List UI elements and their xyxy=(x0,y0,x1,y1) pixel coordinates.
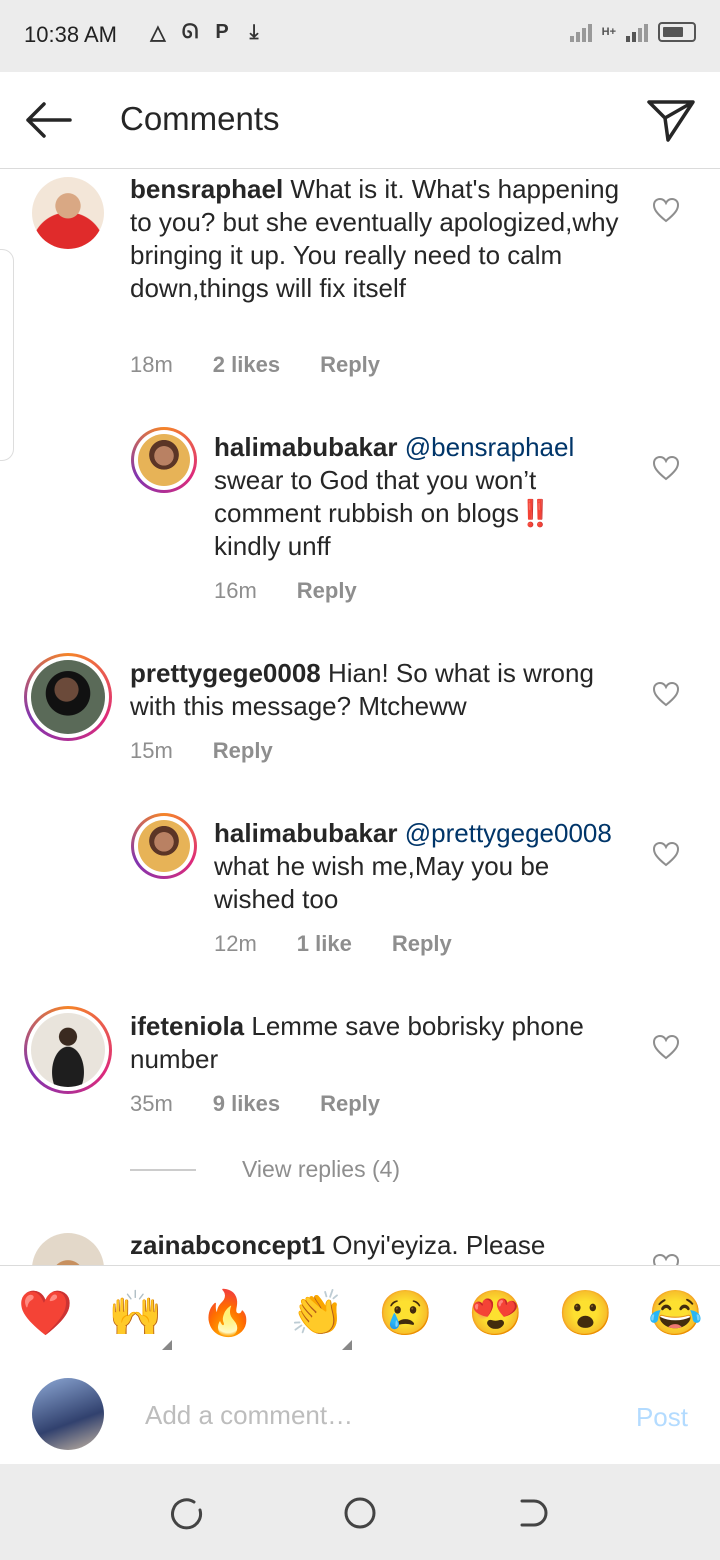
reply-button[interactable]: Reply xyxy=(320,352,380,378)
reply-button[interactable]: Reply xyxy=(320,1091,380,1117)
post-button[interactable]: Post xyxy=(636,1402,688,1433)
reply-button[interactable]: Reply xyxy=(297,578,357,604)
swirl-icon: ᘏ xyxy=(181,21,199,43)
comment-username[interactable]: ifeteniola xyxy=(130,1011,244,1041)
emoji-surprised-face[interactable]: 😮 xyxy=(558,1288,613,1340)
side-panel-handle[interactable] xyxy=(0,249,14,461)
comment-likes[interactable]: 1 like xyxy=(297,931,352,957)
comment-time: 16m xyxy=(214,578,257,603)
notification-icons: △ ᘏ P ⤓ xyxy=(146,20,266,45)
home-icon[interactable] xyxy=(343,1496,377,1530)
like-heart-icon[interactable] xyxy=(652,1034,680,1060)
view-replies-button[interactable]: View replies (4) xyxy=(130,1156,400,1183)
skin-tone-indicator-icon xyxy=(342,1340,352,1350)
comment-composer: Add a comment… Post xyxy=(0,1364,720,1464)
battery-icon xyxy=(658,22,696,42)
view-replies-label: View replies (4) xyxy=(242,1156,401,1182)
comment-text: what he wish me,May you be wished too xyxy=(214,851,550,914)
current-user-avatar xyxy=(32,1378,104,1450)
mention-link[interactable]: @prettygege0008 xyxy=(405,818,612,848)
reply-button[interactable]: Reply xyxy=(213,738,273,764)
signal-icon xyxy=(569,22,592,42)
comment-time: 15m xyxy=(130,738,173,763)
like-heart-icon[interactable] xyxy=(652,455,680,481)
like-heart-icon[interactable] xyxy=(652,841,680,867)
emoji-fire[interactable]: 🔥 xyxy=(200,1288,255,1340)
comment-likes[interactable]: 2 likes xyxy=(213,352,280,378)
avatar[interactable] xyxy=(32,1233,104,1265)
status-bar: 10:38 AM △ ᘏ P ⤓ H+ xyxy=(0,0,720,72)
avatar xyxy=(31,1013,105,1087)
avatar-story-ring[interactable] xyxy=(24,653,112,741)
comment-username[interactable]: zainabconcept1 xyxy=(130,1230,325,1260)
emoji-clapping-hands[interactable]: 👏 xyxy=(290,1288,345,1340)
emoji-quick-bar: ❤️ 🙌 🔥 👏 😢 😍 😮 😂 xyxy=(0,1265,720,1365)
header-bar: Comments xyxy=(0,72,720,169)
skin-tone-indicator-icon xyxy=(162,1340,172,1350)
comment-meta: 35m 9 likes Reply xyxy=(130,1091,420,1117)
avatar xyxy=(138,434,190,486)
avatar xyxy=(31,660,105,734)
emoji-raised-hands[interactable]: 🙌 xyxy=(108,1288,163,1340)
avatar[interactable] xyxy=(32,177,104,249)
avatar-story-ring[interactable] xyxy=(24,1006,112,1094)
network-type: H+ xyxy=(601,26,616,38)
recent-apps-icon[interactable] xyxy=(170,1496,204,1530)
like-heart-icon[interactable] xyxy=(652,1253,680,1265)
comment-time: 12m xyxy=(214,931,257,956)
avatar-story-ring[interactable] xyxy=(131,427,197,493)
avatar xyxy=(138,820,190,872)
comment-meta: 15m Reply xyxy=(130,738,313,764)
comment-text: Onyi'eyiza. Please xyxy=(332,1230,546,1260)
view-replies-line xyxy=(130,1168,196,1171)
comment-meta: 18m 2 likes Reply xyxy=(130,352,420,378)
comment-username[interactable]: bensraphael xyxy=(130,174,283,204)
emoji-crying-face[interactable]: 😢 xyxy=(378,1288,433,1340)
status-time: 10:38 AM xyxy=(24,22,117,47)
avatar-story-ring[interactable] xyxy=(131,813,197,879)
emoji-heart[interactable]: ❤️ xyxy=(18,1288,73,1340)
mention-link[interactable]: @bensraphael xyxy=(405,432,575,462)
system-icons: H+ xyxy=(569,22,696,42)
comment-username[interactable]: prettygege0008 xyxy=(130,658,321,688)
comment-time: 18m xyxy=(130,352,173,377)
drive-icon: △ xyxy=(150,22,166,44)
p-app-icon: P xyxy=(215,21,229,43)
comments-list[interactable]: bensraphael What is it. What's happening… xyxy=(0,169,720,1265)
comment-username[interactable]: halimabubakar xyxy=(214,432,398,462)
comment-text: swear to God that you won’t comment rubb… xyxy=(214,465,552,561)
comment-likes[interactable]: 9 likes xyxy=(213,1091,280,1117)
emoji-tears-of-joy[interactable]: 😂 xyxy=(648,1288,703,1340)
comment-time: 35m xyxy=(130,1091,173,1116)
comment-input[interactable]: Add a comment… xyxy=(145,1400,353,1431)
send-icon[interactable] xyxy=(646,96,696,144)
system-navigation-bar xyxy=(0,1464,720,1560)
back-nav-icon[interactable] xyxy=(516,1496,550,1530)
page-title: Comments xyxy=(120,100,280,137)
comment-username[interactable]: halimabubakar xyxy=(214,818,398,848)
comment-meta: 16m Reply xyxy=(214,578,397,604)
reply-button[interactable]: Reply xyxy=(392,931,452,957)
like-heart-icon[interactable] xyxy=(652,197,680,223)
signal-icon-2 xyxy=(626,22,648,42)
back-arrow-icon[interactable] xyxy=(22,96,74,144)
emoji-heart-eyes[interactable]: 😍 xyxy=(468,1288,523,1340)
like-heart-icon[interactable] xyxy=(652,681,680,707)
download-icon: ⤓ xyxy=(249,21,259,43)
comment-meta: 12m 1 like Reply xyxy=(214,931,492,957)
